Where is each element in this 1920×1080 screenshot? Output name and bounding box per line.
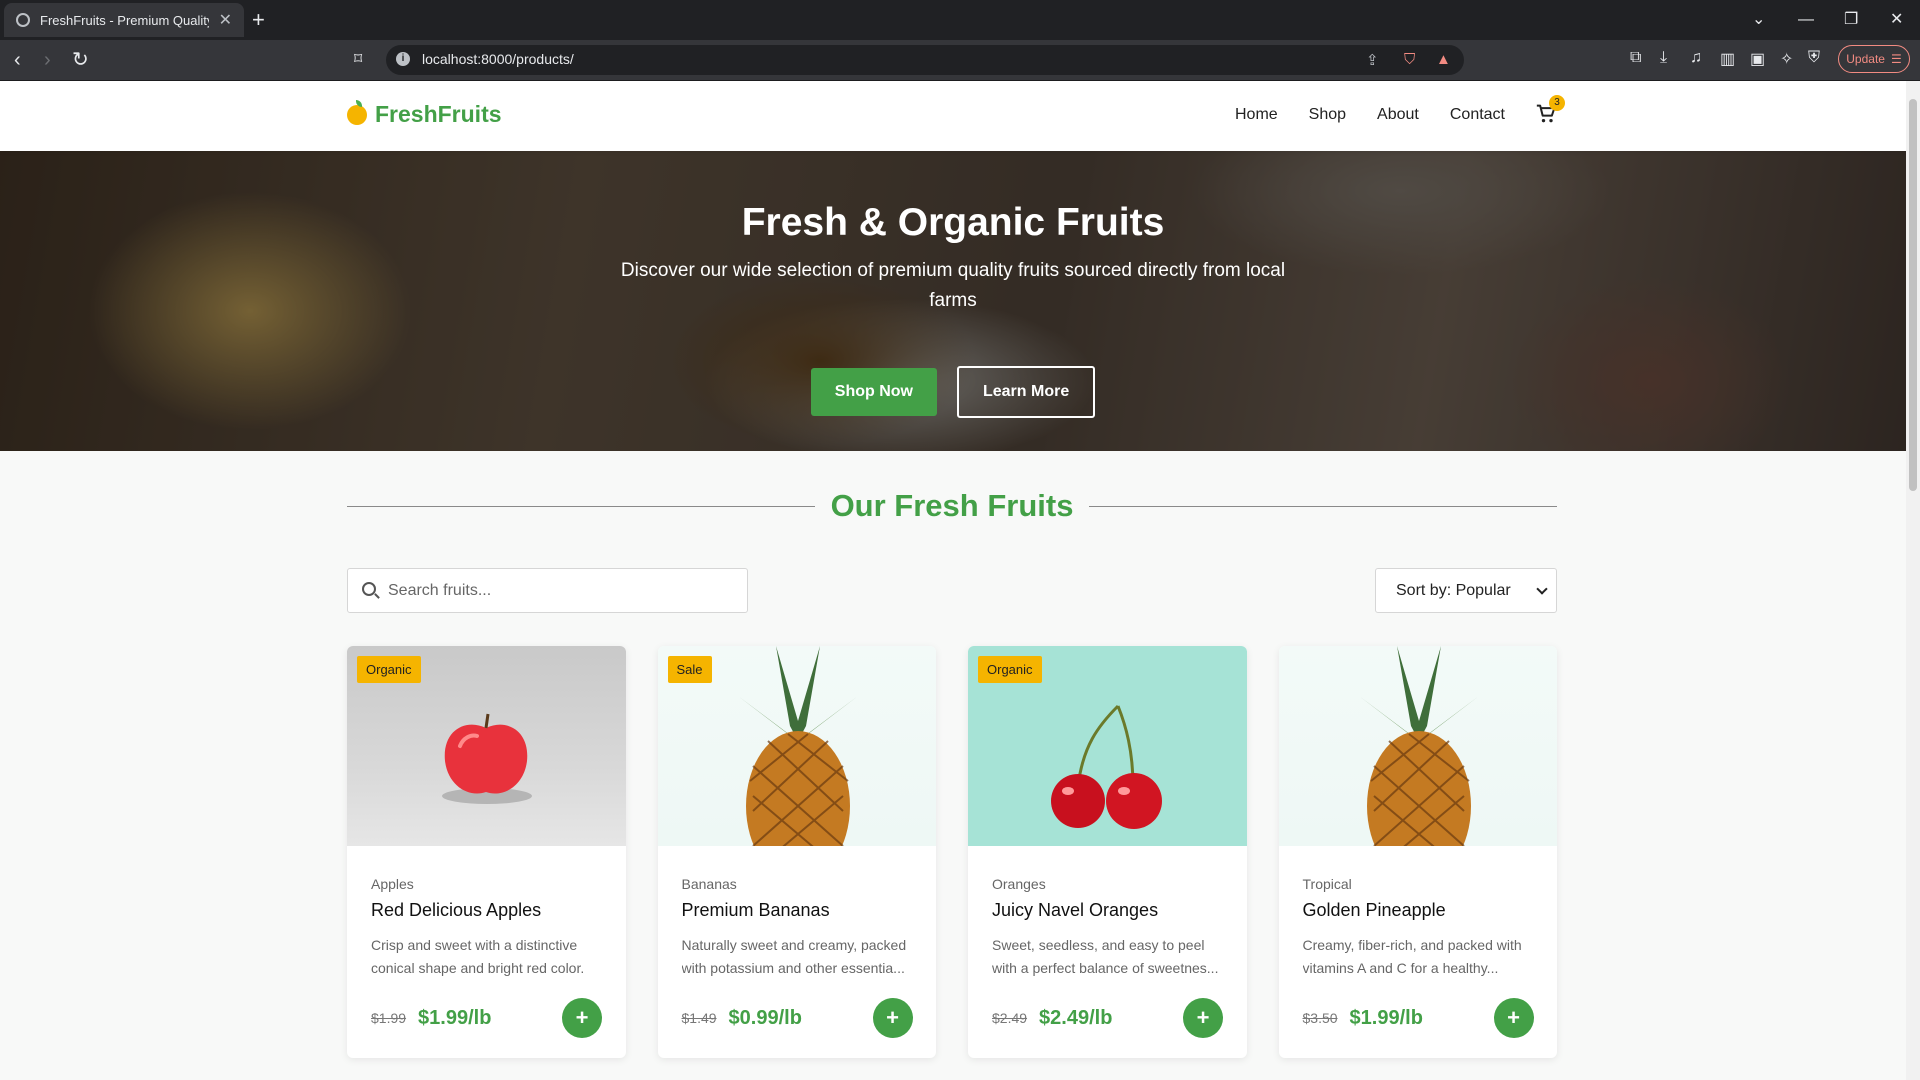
search-box[interactable] [347, 568, 748, 613]
ai-icon[interactable]: ✧ [1780, 49, 1793, 69]
browser-toolbar: ‹ › ↻ ⌑ i localhost:8000/products/ ⇪ ⛉ ▲… [0, 40, 1920, 81]
hero-banner: Fresh & Organic Fruits Discover our wide… [0, 151, 1906, 451]
search-icon [362, 582, 376, 596]
product-description: Creamy, fiber-rich, and packed with vita… [1302, 937, 1522, 976]
chevron-down-icon [1536, 582, 1548, 595]
product-name[interactable]: Red Delicious Apples [371, 900, 606, 921]
product-category: Tropical [1302, 876, 1352, 892]
product-description: Naturally sweet and creamy, packed with … [681, 937, 907, 976]
product-card[interactable]: Sale Bananas Premium Bananas Naturally s… [657, 646, 936, 1058]
pineapple-picture [1358, 646, 1479, 846]
product-image-oranges: Organic [968, 646, 1247, 846]
sort-select[interactable]: Sort by: Popular [1375, 568, 1557, 613]
product-grid: Organic Apples Red Delicious Apples Cris… [347, 646, 1557, 1058]
site-header: FreshFruits Home Shop About Contact 3 [0, 81, 1906, 151]
minimize-icon[interactable]: — [1798, 8, 1814, 32]
music-icon[interactable]: ♫ [1690, 49, 1702, 67]
product-image-pineapple [1278, 646, 1557, 846]
vpn-icon[interactable]: ⛨ [1808, 49, 1820, 67]
divider [1089, 505, 1557, 507]
download-icon[interactable]: ⤓ [1660, 49, 1667, 67]
bookmark-icon[interactable]: ⌑ [354, 48, 362, 72]
update-label: Update [1846, 52, 1885, 66]
sort-label: Sort by: Popular [1396, 581, 1511, 599]
product-image-apple: Organic [347, 646, 626, 846]
product-price: $1.99/lb [418, 1006, 492, 1029]
site-logo[interactable]: FreshFruits [347, 99, 502, 128]
close-window-icon[interactable]: ✕ [1890, 8, 1903, 32]
scrollbar-thumb[interactable] [1909, 99, 1917, 491]
reload-icon[interactable]: ↻ [72, 48, 89, 72]
section-title: Our Fresh Fruits [830, 488, 1074, 523]
tab-close-icon[interactable]: ✕ [219, 10, 232, 30]
product-badge: Organic [357, 656, 421, 683]
search-input[interactable] [388, 569, 738, 612]
add-to-cart-button[interactable]: + [1183, 998, 1223, 1038]
fruit-logo-icon [347, 99, 367, 125]
restore-icon[interactable]: ❐ [1844, 8, 1858, 32]
product-description: Sweet, seedless, and easy to peel with a… [992, 937, 1219, 976]
add-to-cart-button[interactable]: + [872, 998, 913, 1038]
browser-tabbar: FreshFruits - Premium Quality F ✕ + ⌄ — … [0, 0, 1920, 40]
product-card[interactable]: Organic Apples Red Delicious Apples Cris… [347, 646, 626, 1058]
product-price: $0.99/lb [728, 1006, 802, 1029]
cart-count-badge: 3 [1549, 95, 1565, 111]
learn-more-button[interactable]: Learn More [956, 366, 1096, 418]
product-badge: Sale [667, 656, 712, 683]
url-text[interactable]: localhost:8000/products/ [422, 51, 574, 67]
address-bar[interactable]: i localhost:8000/products/ ⇪ ⛉ ▲ [386, 45, 1464, 75]
add-to-cart-button[interactable]: + [562, 998, 602, 1038]
nav-shop[interactable]: Shop [1309, 106, 1346, 124]
product-price: $2.49/lb [1039, 1006, 1113, 1029]
old-price: $1.49 [681, 1010, 717, 1026]
shop-now-button[interactable]: Shop Now [810, 368, 937, 416]
hero-title: Fresh & Organic Fruits [741, 201, 1165, 244]
logo-text: FreshFruits [375, 101, 502, 127]
product-card[interactable]: Tropical Golden Pineapple Creamy, fiber-… [1278, 646, 1557, 1058]
product-category: Bananas [681, 876, 737, 892]
main-nav: Home Shop About Contact 3 [1235, 95, 1565, 126]
add-to-cart-button[interactable]: + [1493, 998, 1534, 1038]
share-icon[interactable]: ⇪ [1366, 51, 1379, 69]
old-price: $3.50 [1302, 1010, 1338, 1026]
wallet-icon[interactable]: ▣ [1750, 49, 1765, 69]
product-price: $1.99/lb [1349, 1006, 1423, 1029]
product-badge: Organic [978, 656, 1042, 683]
product-name[interactable]: Golden Pineapple [1303, 900, 1538, 921]
nav-home[interactable]: Home [1235, 106, 1278, 124]
nav-about[interactable]: About [1377, 106, 1419, 124]
new-tab-icon[interactable]: + [252, 7, 265, 33]
browser-tab[interactable]: FreshFruits - Premium Quality F ✕ [4, 3, 244, 37]
product-name[interactable]: Juicy Navel Oranges [992, 900, 1227, 921]
menu-icon: ☰ [1890, 52, 1902, 66]
section-header: Our Fresh Fruits [347, 486, 1557, 526]
extensions-icon[interactable]: ⧉ [1630, 49, 1641, 67]
update-button[interactable]: Update ☰ [1838, 45, 1910, 73]
product-name[interactable]: Premium Bananas [682, 900, 917, 921]
product-image-bananas: Sale [657, 646, 936, 846]
product-card[interactable]: Organic Oranges Juicy Navel Oranges Swee… [968, 646, 1247, 1058]
page-scrollbar[interactable] [1906, 81, 1920, 1080]
rewards-icon[interactable]: ▲ [1436, 51, 1451, 68]
forward-icon[interactable]: › [44, 48, 51, 72]
old-price: $2.49 [992, 1010, 1028, 1026]
hero-subtitle: Discover our wide selection of premium q… [620, 260, 1286, 311]
tab-search-icon[interactable]: ⌄ [1752, 8, 1765, 32]
sidebar-icon[interactable]: ▥ [1720, 49, 1735, 69]
product-category: Apples [371, 876, 414, 892]
globe-icon [16, 13, 30, 27]
divider [347, 505, 815, 507]
nav-contact[interactable]: Contact [1450, 106, 1505, 124]
back-icon[interactable]: ‹ [14, 48, 21, 72]
product-category: Oranges [992, 876, 1046, 892]
site-info-icon[interactable]: i [396, 52, 410, 66]
tab-title: FreshFruits - Premium Quality F [40, 12, 209, 28]
cart-button[interactable]: 3 [1536, 95, 1565, 126]
page-viewport: FreshFruits Home Shop About Contact 3 Fr… [0, 81, 1906, 1080]
old-price: $1.99 [371, 1010, 407, 1026]
product-description: Crisp and sweet with a distinctive conic… [371, 937, 585, 976]
shield-icon[interactable]: ⛉ [1404, 51, 1415, 68]
